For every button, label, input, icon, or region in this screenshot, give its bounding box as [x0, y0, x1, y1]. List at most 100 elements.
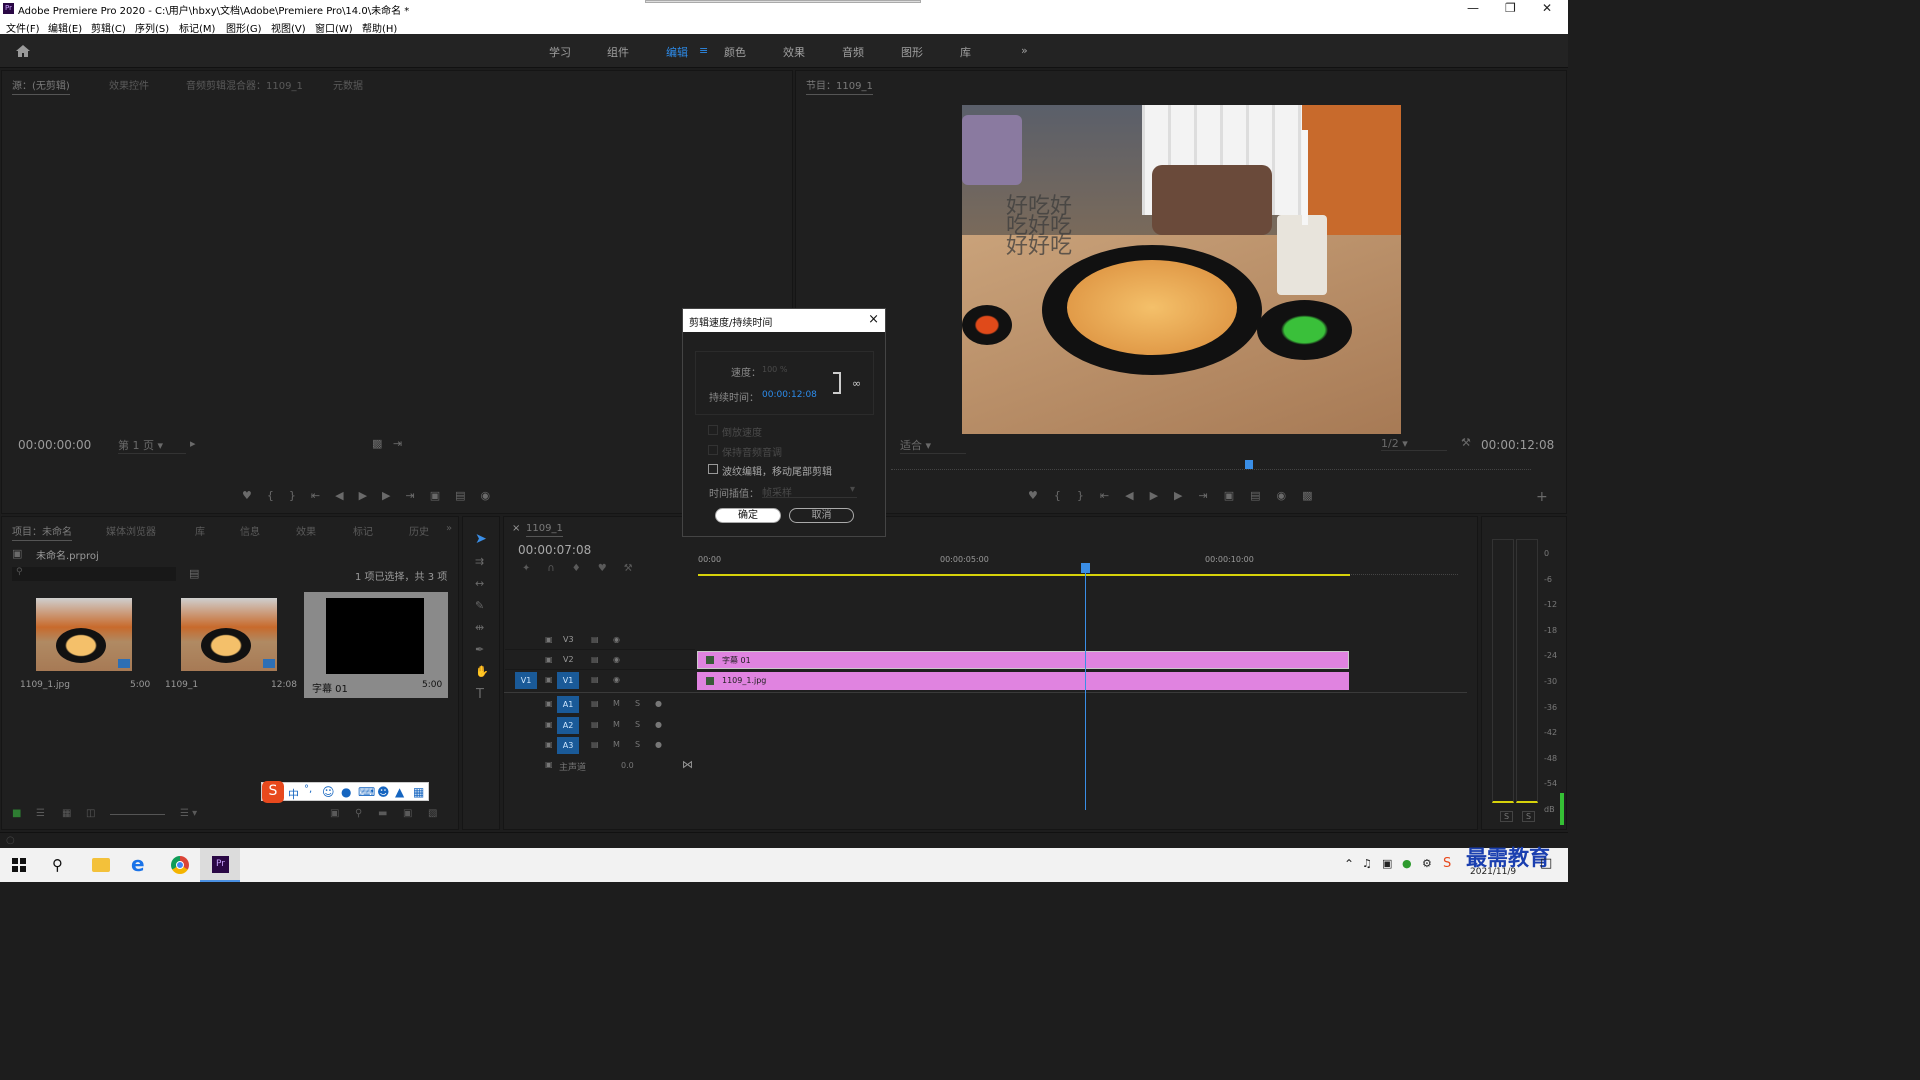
- menu-file[interactable]: 文件(F): [6, 20, 40, 35]
- automate-icon[interactable]: ▣: [330, 808, 339, 819]
- source-insert-icon[interactable]: ⇥: [393, 437, 402, 450]
- eye-icon[interactable]: ◉: [613, 675, 620, 684]
- workspace-audio[interactable]: 音频: [842, 44, 864, 60]
- sogou-tray-icon[interactable]: S: [1443, 856, 1451, 871]
- linked-selection-icon[interactable]: ♦: [572, 563, 598, 574]
- list-view-icon[interactable]: ☰: [36, 808, 45, 819]
- timeline-clip-1109-1-jpg[interactable]: 1109_1.jpg: [697, 672, 1349, 690]
- play-icon[interactable]: ▶: [1150, 489, 1174, 502]
- timeline-playhead[interactable]: [1085, 566, 1086, 810]
- menu-window[interactable]: 窗口(W): [315, 20, 353, 35]
- toolbox-grid-icon[interactable]: ▦: [413, 785, 424, 799]
- menu-help[interactable]: 帮助(H): [362, 20, 397, 35]
- sync-icon[interactable]: ▤: [591, 635, 599, 644]
- tab-sequence[interactable]: 1109_1: [526, 523, 563, 537]
- source-settings-icon[interactable]: ▩: [372, 437, 382, 450]
- skin-shirt-icon[interactable]: ▲: [395, 785, 404, 799]
- ripple-edit-checkbox[interactable]: [708, 464, 718, 474]
- sync-icon[interactable]: ▤: [591, 740, 599, 749]
- mark-out-icon[interactable]: }: [289, 489, 311, 502]
- sync-icon[interactable]: ▤: [591, 720, 599, 729]
- hand-tool-icon[interactable]: ✋: [475, 665, 489, 678]
- network-icon[interactable]: ▣: [1382, 857, 1392, 870]
- mute-button[interactable]: M: [613, 720, 620, 729]
- lock-icon[interactable]: ■: [12, 808, 21, 819]
- notification-icon[interactable]: □: [1540, 856, 1552, 871]
- timeline-clip-title-01[interactable]: 字幕 01: [697, 651, 1349, 669]
- pen-tool-icon[interactable]: ✒: [475, 643, 484, 656]
- file-explorer-icon[interactable]: [92, 858, 110, 872]
- track-select-tool-icon[interactable]: ⇉: [475, 555, 484, 568]
- step-forward-icon[interactable]: ▶: [1174, 489, 1198, 502]
- close-window-button[interactable]: ✕: [1542, 1, 1552, 15]
- mic-icon[interactable]: ●: [655, 740, 662, 749]
- mute-button[interactable]: M: [613, 740, 620, 749]
- menu-graphics[interactable]: 图形(G): [226, 20, 262, 35]
- step-forward-icon[interactable]: ▶: [382, 489, 405, 502]
- restore-button[interactable]: ❐: [1505, 1, 1516, 15]
- menu-view[interactable]: 视图(V): [271, 20, 306, 35]
- eye-icon[interactable]: ◉: [613, 635, 620, 644]
- menu-sequence[interactable]: 序列(S): [135, 20, 169, 35]
- nest-icon[interactable]: ✦: [522, 563, 547, 574]
- workspace-color[interactable]: 颜色: [724, 44, 746, 60]
- menu-marker[interactable]: 标记(M): [179, 20, 215, 35]
- tab-metadata[interactable]: 元数据: [333, 77, 363, 92]
- project-search-input[interactable]: ⚲: [12, 567, 176, 581]
- premiere-taskbar-button[interactable]: Pr: [200, 848, 240, 882]
- extract-icon[interactable]: ▤: [1250, 489, 1276, 502]
- source-page-select[interactable]: 第 1 页 ▾: [118, 437, 186, 454]
- go-to-in-icon[interactable]: ⇤: [311, 489, 335, 502]
- export-frame-icon[interactable]: ◉: [1277, 489, 1303, 502]
- source-timecode[interactable]: 00:00:00:00: [18, 438, 91, 452]
- timeline-close-icon[interactable]: ×: [512, 523, 520, 534]
- program-playhead-icon[interactable]: [1245, 460, 1253, 469]
- overwrite-icon[interactable]: ▤: [455, 489, 480, 502]
- source-play-icon[interactable]: ▸: [190, 437, 196, 450]
- new-item-icon[interactable]: ▣: [403, 808, 412, 819]
- program-scrub-bar[interactable]: [891, 464, 1531, 470]
- search-icon[interactable]: ⚲: [52, 856, 63, 874]
- program-wrench-icon[interactable]: ⚒: [1461, 436, 1471, 449]
- type-tool-icon[interactable]: T: [476, 687, 484, 702]
- time-interpolation-select[interactable]: 帧采样 ▾: [762, 484, 857, 499]
- tab-info[interactable]: 信息: [240, 523, 260, 538]
- program-add-button[interactable]: +: [1536, 489, 1548, 505]
- track-target-a2[interactable]: A2: [557, 717, 579, 734]
- mark-in-icon[interactable]: {: [267, 489, 289, 502]
- home-icon[interactable]: [15, 44, 31, 58]
- ime-punctuation-mode[interactable]: °,: [304, 784, 312, 795]
- track-target-a1[interactable]: A1: [557, 696, 579, 713]
- lock-icon[interactable]: ▣: [545, 720, 553, 729]
- chrome-icon[interactable]: [171, 856, 189, 874]
- export-frame-icon[interactable]: ◉: [481, 489, 506, 502]
- volume-icon[interactable]: ♫: [1362, 857, 1372, 870]
- add-marker-icon[interactable]: ♥: [598, 563, 624, 574]
- freeform-view-icon[interactable]: ◫: [86, 808, 95, 819]
- track-target-a3[interactable]: A3: [557, 737, 579, 754]
- timeline-timecode[interactable]: 00:00:07:08: [518, 543, 591, 557]
- step-back-icon[interactable]: ◀: [1125, 489, 1149, 502]
- program-timecode[interactable]: 00:00:12:08: [1481, 438, 1554, 452]
- sort-icon[interactable]: ☰ ▾: [180, 808, 197, 819]
- workspace-graphics[interactable]: 图形: [901, 44, 923, 60]
- project-item-title-01[interactable]: 字幕 01 5:00: [304, 592, 448, 698]
- work-area-bar[interactable]: [698, 574, 1350, 576]
- ripple-edit-tool-icon[interactable]: ↔: [475, 577, 484, 590]
- snap-icon[interactable]: ∩: [547, 563, 571, 574]
- tab-effects[interactable]: 效果: [296, 523, 316, 538]
- ok-button[interactable]: 确定: [715, 508, 781, 523]
- link-chain-icon[interactable]: ∞: [852, 377, 861, 390]
- eye-icon[interactable]: ◉: [613, 655, 620, 664]
- microphone-icon[interactable]: ●: [341, 785, 351, 799]
- workspace-assembly[interactable]: 组件: [607, 44, 629, 60]
- trash-icon[interactable]: ▧: [428, 808, 437, 819]
- solo-right-button[interactable]: S: [1522, 811, 1536, 822]
- new-bin-icon[interactable]: ▬: [378, 808, 387, 819]
- new-bin-from-search-icon[interactable]: ▤: [189, 567, 199, 580]
- workspace-effects[interactable]: 效果: [783, 44, 805, 60]
- program-ratio-select[interactable]: 1/2 ▾: [1381, 437, 1447, 451]
- lift-icon[interactable]: ▣: [1224, 489, 1250, 502]
- insert-icon[interactable]: ▣: [430, 489, 455, 502]
- master-volume[interactable]: 0.0: [621, 761, 634, 770]
